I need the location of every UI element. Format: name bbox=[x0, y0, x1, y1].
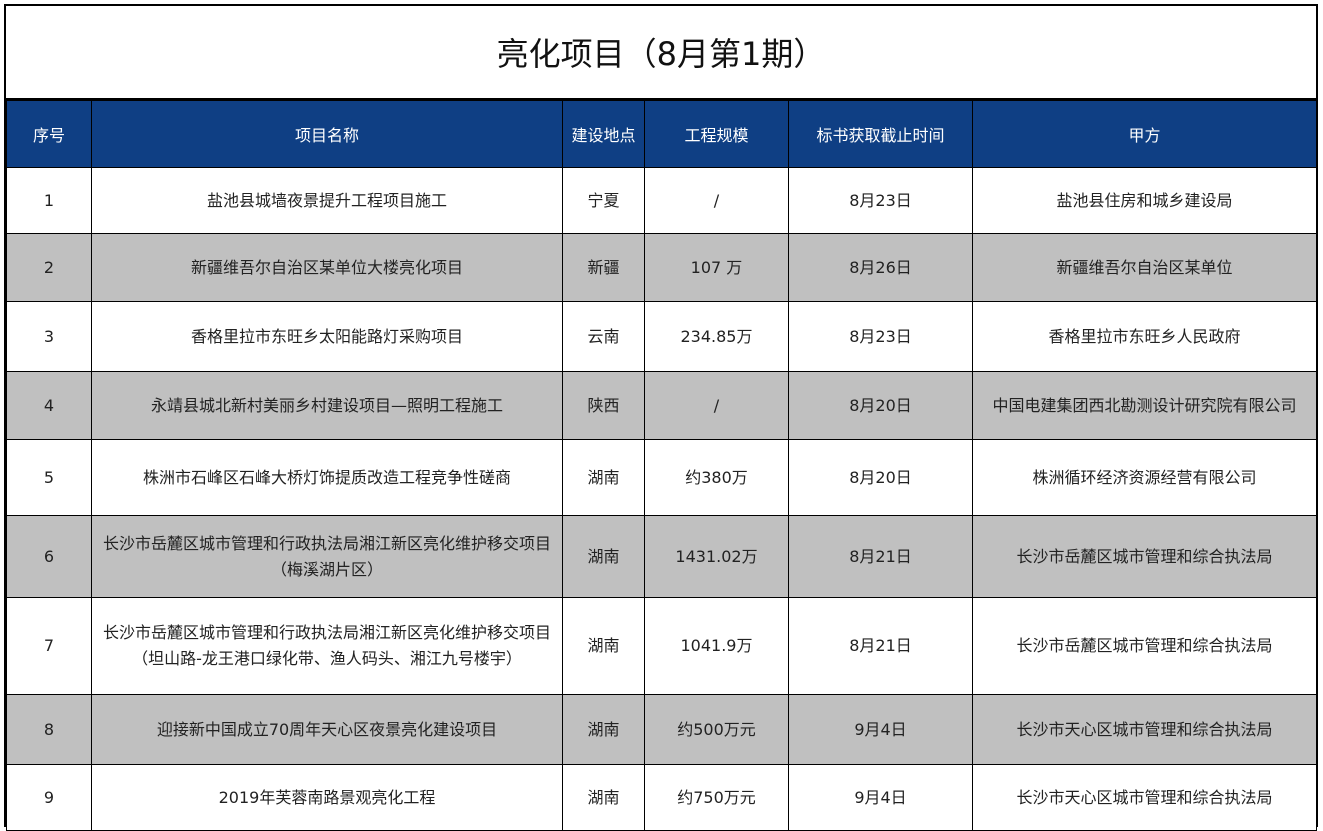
cell-no: 9 bbox=[6, 764, 92, 831]
cell-name: 迎接新中国成立70周年天心区夜景亮化建设项目 bbox=[91, 694, 563, 765]
header-location: 建设地点 bbox=[562, 100, 645, 168]
cell-location: 宁夏 bbox=[562, 167, 645, 234]
cell-scale: 约380万 bbox=[644, 439, 789, 516]
cell-owner: 新疆维吾尔自治区某单位 bbox=[972, 233, 1317, 302]
cell-no: 5 bbox=[6, 439, 92, 516]
cell-scale: 1041.9万 bbox=[644, 597, 789, 695]
cell-location: 湖南 bbox=[562, 764, 645, 831]
cell-name: 2019年芙蓉南路景观亮化工程 bbox=[91, 764, 563, 831]
cell-owner: 长沙市岳麓区城市管理和综合执法局 bbox=[972, 515, 1317, 598]
cell-no: 2 bbox=[6, 233, 92, 302]
cell-name: 长沙市岳麓区城市管理和行政执法局湘江新区亮化维护移交项目（梅溪湖片区） bbox=[91, 515, 563, 598]
table-row: 9 2019年芙蓉南路景观亮化工程 湖南 约750万元 9月4日 长沙市天心区城… bbox=[6, 764, 1317, 831]
cell-location: 湖南 bbox=[562, 694, 645, 765]
cell-name: 盐池县城墙夜景提升工程项目施工 bbox=[91, 167, 563, 234]
table-row: 5 株洲市石峰区石峰大桥灯饰提质改造工程竞争性磋商 湖南 约380万 8月20日… bbox=[6, 439, 1317, 516]
cell-location: 湖南 bbox=[562, 439, 645, 516]
cell-location: 新疆 bbox=[562, 233, 645, 302]
cell-deadline: 8月20日 bbox=[788, 371, 973, 440]
table-row: 6 长沙市岳麓区城市管理和行政执法局湘江新区亮化维护移交项目（梅溪湖片区） 湖南… bbox=[6, 515, 1317, 598]
cell-owner: 长沙市天心区城市管理和综合执法局 bbox=[972, 694, 1317, 765]
table-row: 3 香格里拉市东旺乡太阳能路灯采购项目 云南 234.85万 8月23日 香格里… bbox=[6, 301, 1317, 372]
cell-owner: 长沙市天心区城市管理和综合执法局 bbox=[972, 764, 1317, 831]
table-row: 1 盐池县城墙夜景提升工程项目施工 宁夏 / 8月23日 盐池县住房和城乡建设局 bbox=[6, 167, 1317, 234]
table-row: 4 永靖县城北新村美丽乡村建设项目—照明工程施工 陕西 / 8月20日 中国电建… bbox=[6, 371, 1317, 440]
header-row: 序号 项目名称 建设地点 工程规模 标书获取截止时间 甲方 bbox=[6, 100, 1317, 168]
cell-name: 新疆维吾尔自治区某单位大楼亮化项目 bbox=[91, 233, 563, 302]
cell-scale: 约750万元 bbox=[644, 764, 789, 831]
sheet-title: 亮化项目（8月第1期） bbox=[6, 6, 1316, 100]
cell-owner: 香格里拉市东旺乡人民政府 bbox=[972, 301, 1317, 372]
cell-deadline: 8月23日 bbox=[788, 167, 973, 234]
cell-deadline: 8月21日 bbox=[788, 515, 973, 598]
cell-scale: 234.85万 bbox=[644, 301, 789, 372]
cell-deadline: 8月26日 bbox=[788, 233, 973, 302]
cell-name: 永靖县城北新村美丽乡村建设项目—照明工程施工 bbox=[91, 371, 563, 440]
header-name: 项目名称 bbox=[91, 100, 563, 168]
cell-no: 8 bbox=[6, 694, 92, 765]
cell-location: 陕西 bbox=[562, 371, 645, 440]
cell-scale: 约500万元 bbox=[644, 694, 789, 765]
projects-table: 序号 项目名称 建设地点 工程规模 标书获取截止时间 甲方 1 盐池县城墙夜景提… bbox=[6, 100, 1317, 831]
cell-location: 湖南 bbox=[562, 597, 645, 695]
cell-location: 湖南 bbox=[562, 515, 645, 598]
cell-owner: 盐池县住房和城乡建设局 bbox=[972, 167, 1317, 234]
cell-scale: / bbox=[644, 371, 789, 440]
cell-deadline: 8月23日 bbox=[788, 301, 973, 372]
header-scale: 工程规模 bbox=[644, 100, 789, 168]
project-sheet: 亮化项目（8月第1期） 序号 项目名称 建设地点 工程规模 标书获取截止时间 甲… bbox=[4, 4, 1318, 831]
cell-no: 7 bbox=[6, 597, 92, 695]
cell-no: 4 bbox=[6, 371, 92, 440]
cell-owner: 株洲循环经济资源经营有限公司 bbox=[972, 439, 1317, 516]
cell-no: 1 bbox=[6, 167, 92, 234]
cell-no: 3 bbox=[6, 301, 92, 372]
cell-deadline: 9月4日 bbox=[788, 694, 973, 765]
table-row: 7 长沙市岳麓区城市管理和行政执法局湘江新区亮化维护移交项目（坦山路-龙王港口绿… bbox=[6, 597, 1317, 695]
cell-name: 长沙市岳麓区城市管理和行政执法局湘江新区亮化维护移交项目（坦山路-龙王港口绿化带… bbox=[91, 597, 563, 695]
table-row: 8 迎接新中国成立70周年天心区夜景亮化建设项目 湖南 约500万元 9月4日 … bbox=[6, 694, 1317, 765]
cell-no: 6 bbox=[6, 515, 92, 598]
cell-name: 香格里拉市东旺乡太阳能路灯采购项目 bbox=[91, 301, 563, 372]
header-owner: 甲方 bbox=[972, 100, 1317, 168]
header-no: 序号 bbox=[6, 100, 92, 168]
cell-deadline: 8月20日 bbox=[788, 439, 973, 516]
cell-scale: 1431.02万 bbox=[644, 515, 789, 598]
cell-deadline: 9月4日 bbox=[788, 764, 973, 831]
cell-deadline: 8月21日 bbox=[788, 597, 973, 695]
cell-scale: / bbox=[644, 167, 789, 234]
cell-name: 株洲市石峰区石峰大桥灯饰提质改造工程竞争性磋商 bbox=[91, 439, 563, 516]
cell-owner: 长沙市岳麓区城市管理和综合执法局 bbox=[972, 597, 1317, 695]
cell-location: 云南 bbox=[562, 301, 645, 372]
table-row: 2 新疆维吾尔自治区某单位大楼亮化项目 新疆 107 万 8月26日 新疆维吾尔… bbox=[6, 233, 1317, 302]
header-deadline: 标书获取截止时间 bbox=[788, 100, 973, 168]
cell-scale: 107 万 bbox=[644, 233, 789, 302]
cell-owner: 中国电建集团西北勘测设计研究院有限公司 bbox=[972, 371, 1317, 440]
